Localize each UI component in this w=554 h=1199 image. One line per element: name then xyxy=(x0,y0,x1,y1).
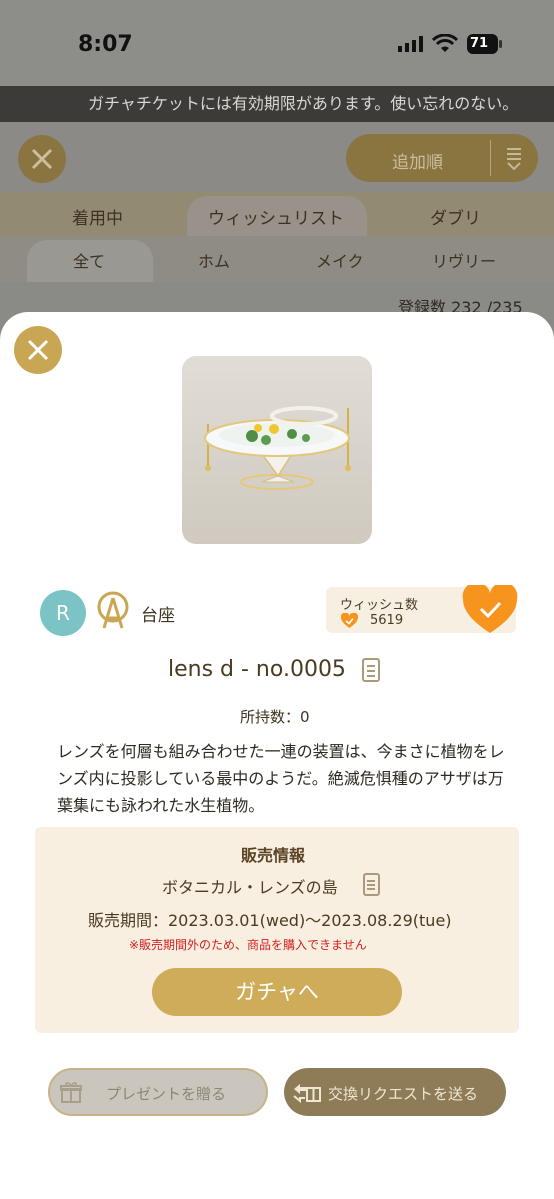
battery-level: 71 xyxy=(470,36,489,51)
sale-event-name[interactable]: ボタニカル・レンズの島 xyxy=(162,874,338,898)
gift-icon xyxy=(60,1082,82,1103)
heart-check-icon xyxy=(341,613,358,628)
tab-wearing[interactable]: 着用中 xyxy=(72,204,123,229)
sale-warning: ※販売期間外のため、商品を購入できません xyxy=(129,938,367,952)
item-name: lens d - no.0005 xyxy=(168,657,346,682)
wish-label: ウィッシュ数 xyxy=(340,598,419,613)
status-time: 8:07 xyxy=(78,32,133,57)
close-icon xyxy=(31,148,53,170)
sort-label: 追加順 xyxy=(392,153,443,173)
close-icon xyxy=(27,339,49,361)
subtab-makeup[interactable]: メイク xyxy=(316,248,364,272)
present-label: プレゼントを贈る xyxy=(106,1085,227,1103)
close-list-button[interactable] xyxy=(18,135,66,183)
subtab-all[interactable]: 全て xyxy=(73,248,105,272)
sale-info-title: 販売情報 xyxy=(241,846,306,865)
wifi-icon xyxy=(432,34,458,52)
tab-wishlist[interactable]: ウィッシュリスト xyxy=(208,204,344,229)
tab-duplicates[interactable]: ダブリ xyxy=(430,204,481,229)
wish-count: 5619 xyxy=(370,613,404,628)
owned-count: 所持数：0 xyxy=(240,708,310,726)
sort-icon[interactable] xyxy=(505,146,523,170)
subtab-livly[interactable]: リヴリー xyxy=(432,248,496,272)
notice-text: ガチャチケットには有効期限があります。使い忘れのない。 xyxy=(88,94,519,113)
sale-period: 販売期間：2023.03.01(wed)〜2023.08.29(tue) xyxy=(88,911,452,930)
battery-icon: 71 xyxy=(467,34,503,54)
gacha-button[interactable]: ガチャへ xyxy=(152,968,402,1016)
item-image xyxy=(182,356,372,544)
document-icon[interactable] xyxy=(362,658,382,684)
document-icon[interactable] xyxy=(363,873,381,897)
lens-pedestal-illustration xyxy=(204,406,351,490)
pedestal-category-icon xyxy=(97,591,129,629)
trade-label: 交換リクエストを送る xyxy=(328,1085,479,1103)
signal-icon xyxy=(398,36,423,52)
item-description: レンズを何層も組み合わせた一連の装置は、今まさに植物をレンズ内に投影している最中… xyxy=(57,742,505,815)
subtab-home[interactable]: ホム xyxy=(198,248,230,272)
wishlist-heart-button[interactable] xyxy=(462,585,518,635)
notice-marquee: ガチャチケットには有効期限があります。使い忘れのない。 xyxy=(0,86,554,122)
sort-divider xyxy=(490,140,491,176)
trade-icon xyxy=(293,1084,321,1103)
category-label: 台座 xyxy=(141,606,175,626)
close-modal-button[interactable] xyxy=(14,326,62,374)
owner-avatar[interactable]: R xyxy=(40,590,86,636)
